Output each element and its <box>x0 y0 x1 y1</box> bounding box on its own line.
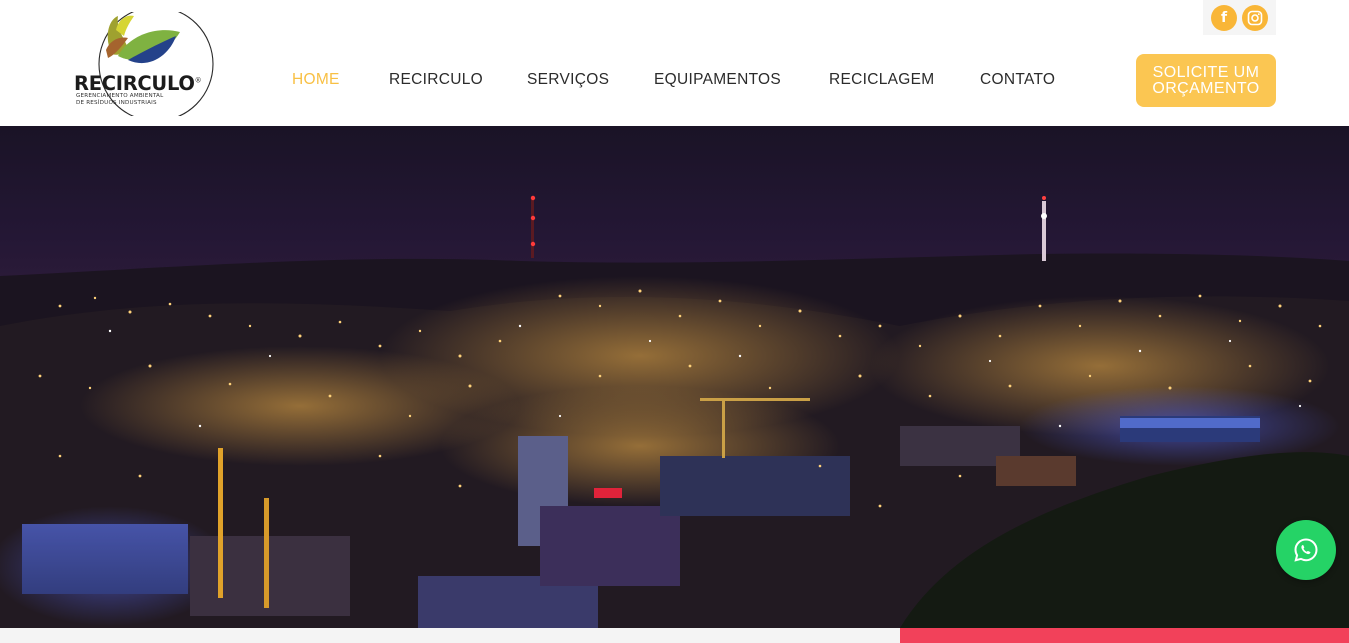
logo-tagline-line1: GERENCIAMENTO AMBIENTAL <box>76 93 164 99</box>
content-strip-red <box>900 628 1349 643</box>
nav-item-reciclagem[interactable]: RECICLAGEM <box>829 71 935 89</box>
night-city-skyline-image <box>0 195 1349 628</box>
nav-item-equipamentos[interactable]: EQUIPAMENTOS <box>654 71 781 89</box>
whatsapp-icon <box>1294 538 1318 562</box>
content-strip-light <box>0 628 900 643</box>
logo-tagline-line2: DE RESÍDUOS INDUSTRIAIS <box>76 100 157 106</box>
whatsapp-button[interactable] <box>1276 520 1336 580</box>
instagram-link[interactable] <box>1242 5 1268 31</box>
hero-banner <box>0 126 1349 628</box>
nav-item-contato[interactable]: CONTATO <box>980 71 1055 89</box>
request-quote-button[interactable]: SOLICITE UM ORÇAMENTO <box>1136 54 1276 107</box>
site-header: RECIRCULO® GERENCIAMENTO AMBIENTAL DE RE… <box>0 0 1349 126</box>
facebook-link[interactable]: f <box>1211 5 1237 31</box>
social-links: f <box>1203 0 1276 35</box>
nav-item-home[interactable]: HOME <box>292 71 340 89</box>
instagram-icon <box>1247 10 1263 26</box>
facebook-icon: f <box>1220 10 1228 26</box>
recirculo-logo[interactable]: RECIRCULO® GERENCIAMENTO AMBIENTAL DE RE… <box>72 12 218 116</box>
nav-item-servicos[interactable]: SERVIÇOS <box>527 71 609 89</box>
nav-item-recirculo[interactable]: RECIRCULO <box>389 71 483 89</box>
